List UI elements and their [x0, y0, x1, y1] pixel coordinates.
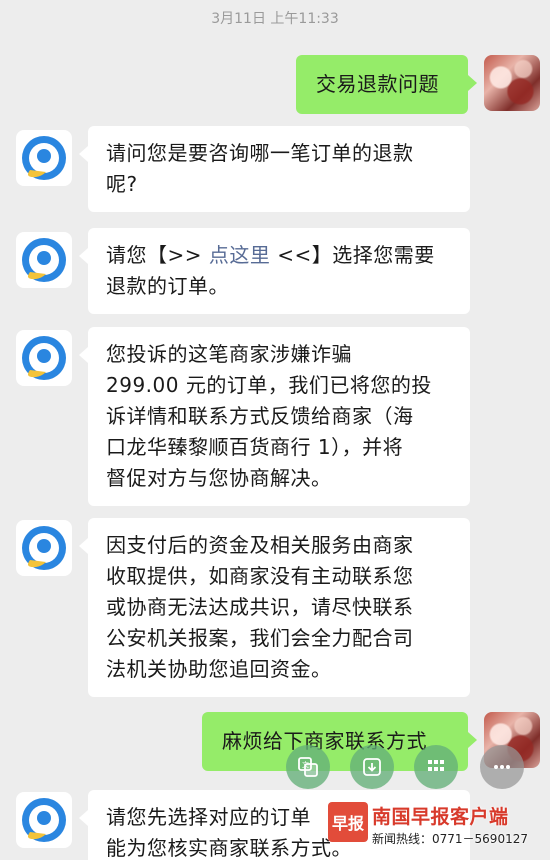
more-icon — [494, 765, 510, 769]
bot-message-bubble[interactable]: 因支付后的资金及相关服务由商家 收取提供，如商家没有主动联系您 或协商无法达成共… — [79, 518, 470, 697]
bot-message-bubble[interactable]: 请问您是要咨询哪一笔订单的退款 呢? — [79, 126, 470, 212]
download-icon — [363, 758, 381, 776]
message-line: 呢? — [106, 172, 138, 196]
news-watermark: 早报 南国早报客户端 新闻热线：0771－5690127 — [328, 800, 546, 856]
assistant-logo-icon — [22, 798, 66, 842]
message-line: 公安机关报案，我们会全力配合司 — [106, 626, 414, 650]
translate-button[interactable]: 文 — [286, 745, 330, 789]
message-text: <<】选择您需要 — [270, 243, 435, 267]
message-line: 299.00 元的订单，我们已将您的投 — [106, 373, 432, 397]
message-text: 麻烦给下商家联系方式 — [222, 729, 427, 753]
download-button[interactable] — [350, 745, 394, 789]
bot-message-bubble[interactable]: 您投诉的这笔商家涉嫌诈骗 299.00 元的订单，我们已将您的投 诉详情和联系方… — [79, 327, 470, 506]
message-text: 交易退款问题 — [316, 72, 439, 96]
chat-timestamp: 3月11日 上午11:33 — [211, 11, 339, 27]
assistant-logo-icon — [22, 336, 66, 380]
message-line: 收取提供，如商家没有主动联系您 — [106, 564, 414, 588]
assistant-logo-icon — [22, 136, 66, 180]
more-button[interactable] — [480, 745, 524, 789]
watermark-title: 南国早报客户端 — [372, 806, 509, 828]
user-message-bubble[interactable]: 交易退款问题 — [296, 55, 477, 114]
message-line: 退款的订单。 — [106, 274, 229, 298]
message-line: 您投诉的这笔商家涉嫌诈骗 — [106, 342, 352, 366]
message-line: 因支付后的资金及相关服务由商家 — [106, 533, 414, 557]
message-text: 请您【>> — [106, 243, 209, 267]
message-line: 法机关协助您追回资金。 — [106, 657, 332, 681]
bot-avatar[interactable] — [16, 792, 72, 848]
message-line: 请您【>> 点这里 <<】选择您需要 — [106, 240, 452, 271]
watermark-hotline: 新闻热线：0771－5690127 — [372, 832, 528, 846]
bot-avatar[interactable] — [16, 130, 72, 186]
bot-avatar[interactable] — [16, 330, 72, 386]
message-line: 或协商无法达成共识，请尽快联系 — [106, 595, 414, 619]
assistant-logo-icon — [22, 526, 66, 570]
message-line: 诉详情和联系方式反馈给商家（海 — [106, 404, 414, 428]
assistant-logo-icon — [22, 238, 66, 282]
user-avatar[interactable] — [484, 55, 540, 111]
select-order-link[interactable]: 点这里 — [209, 243, 271, 267]
translate-icon: 文 — [298, 757, 318, 777]
grid-icon — [428, 760, 444, 771]
bot-message-bubble[interactable]: 请您【>> 点这里 <<】选择您需要 退款的订单。 — [79, 228, 470, 314]
newspaper-logo: 早报 — [328, 802, 368, 842]
message-line: 口龙华臻黎顺百货商行 1），并将 — [106, 435, 404, 459]
message-line: 督促对方与您协商解决。 — [106, 466, 332, 490]
svg-text:文: 文 — [302, 760, 309, 769]
bot-avatar[interactable] — [16, 232, 72, 288]
message-line: 请问您是要咨询哪一笔订单的退款 — [106, 141, 414, 165]
grid-button[interactable] — [414, 745, 458, 789]
bot-avatar[interactable] — [16, 520, 72, 576]
